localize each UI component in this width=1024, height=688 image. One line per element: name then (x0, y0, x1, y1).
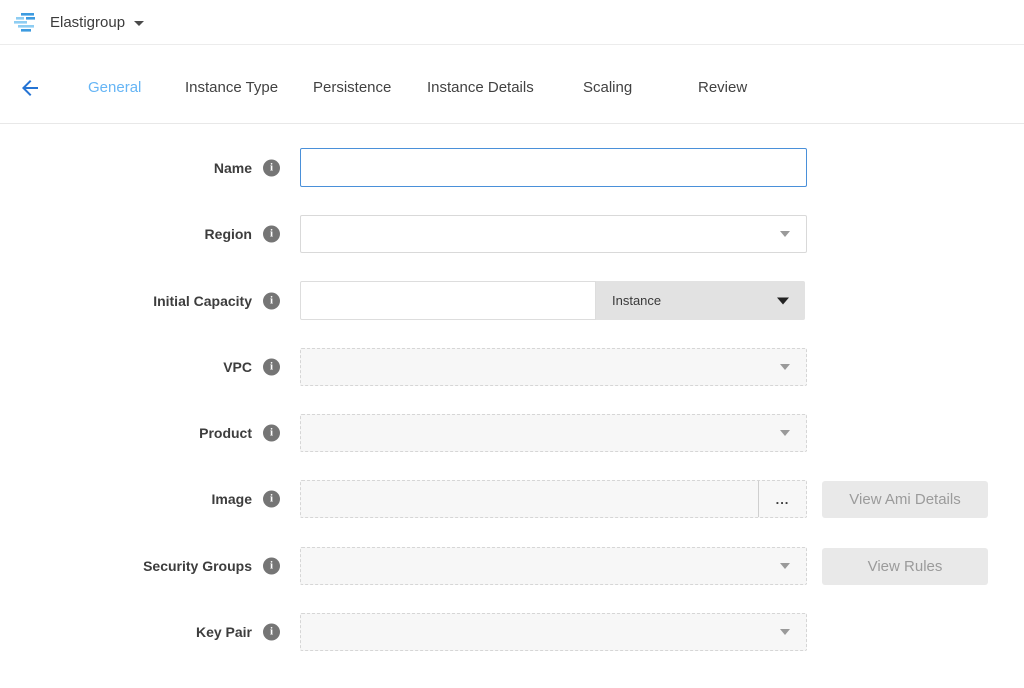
tab-instance-type[interactable]: Instance Type (185, 79, 278, 96)
product-dropdown-disabled (300, 414, 807, 452)
view-rules-button: View Rules (822, 548, 988, 585)
region-label: Region (40, 226, 252, 242)
key-pair-field-row: Key Pair i (0, 613, 1024, 651)
app-title: Elastigroup (50, 14, 125, 31)
key-pair-dropdown-disabled (300, 613, 807, 651)
info-glyph: i (270, 362, 273, 373)
key-pair-info-icon[interactable]: i (263, 624, 280, 641)
image-browse-button: ... (758, 481, 806, 517)
chevron-down-icon (780, 629, 790, 635)
key-pair-label: Key Pair (40, 624, 252, 640)
name-label: Name (40, 160, 252, 176)
initial-capacity-info-icon[interactable]: i (263, 292, 280, 309)
initial-capacity-input[interactable] (300, 281, 596, 320)
region-dropdown[interactable] (300, 215, 807, 253)
name-info-icon[interactable]: i (263, 159, 280, 176)
tab-general[interactable]: General (88, 79, 141, 96)
chevron-down-icon (780, 364, 790, 370)
vpc-dropdown-disabled (300, 348, 807, 386)
chevron-down-icon (780, 430, 790, 436)
tab-scaling[interactable]: Scaling (583, 79, 632, 96)
capacity-unit-dropdown[interactable]: Instance (596, 281, 805, 320)
info-glyph: i (270, 627, 273, 638)
arrow-left-icon (18, 76, 42, 100)
chevron-down-icon (780, 563, 790, 569)
info-glyph: i (270, 494, 273, 505)
product-label: Product (40, 425, 252, 441)
security-groups-field-row: Security Groups i View Rules (0, 547, 1024, 585)
vpc-info-icon[interactable]: i (263, 359, 280, 376)
security-groups-label: Security Groups (40, 558, 252, 574)
image-info-icon[interactable]: i (263, 491, 280, 508)
image-label: Image (40, 491, 252, 507)
product-info-icon[interactable]: i (263, 425, 280, 442)
elastigroup-logo-icon (14, 12, 40, 33)
region-field-row: Region i (0, 215, 1024, 253)
initial-capacity-field-row: Initial Capacity i Instance (0, 281, 1024, 320)
info-glyph: i (270, 229, 273, 240)
back-button[interactable] (18, 76, 42, 100)
product-field-row: Product i (0, 414, 1024, 452)
topbar: Elastigroup (0, 0, 1024, 45)
image-field-row: Image i ... View Ami Details (0, 480, 1024, 518)
vpc-label: VPC (40, 359, 252, 375)
info-glyph: i (270, 295, 273, 306)
security-groups-info-icon[interactable]: i (263, 558, 280, 575)
initial-capacity-label: Initial Capacity (40, 293, 252, 309)
name-input[interactable] (300, 148, 807, 187)
elastigroup-product-switcher[interactable]: Elastigroup (14, 12, 144, 33)
image-input-disabled: ... (300, 480, 807, 518)
chevron-down-icon (777, 297, 789, 304)
tab-persistence[interactable]: Persistence (313, 79, 391, 96)
capacity-unit-value: Instance (612, 293, 661, 308)
tab-review[interactable]: Review (698, 79, 747, 96)
info-glyph: i (270, 561, 273, 572)
tab-instance-details[interactable]: Instance Details (427, 79, 534, 96)
chevron-down-icon (780, 231, 790, 237)
app-window: Elastigroup General Instance Type Persis… (0, 0, 1024, 688)
vpc-field-row: VPC i (0, 348, 1024, 386)
chevron-down-icon (134, 21, 144, 26)
region-info-icon[interactable]: i (263, 226, 280, 243)
name-field-row: Name i (0, 148, 1024, 187)
view-ami-details-button: View Ami Details (822, 481, 988, 518)
info-glyph: i (270, 162, 273, 173)
wizard-tabbar: General Instance Type Persistence Instan… (0, 46, 1024, 124)
security-groups-dropdown-disabled (300, 547, 807, 585)
info-glyph: i (270, 428, 273, 439)
